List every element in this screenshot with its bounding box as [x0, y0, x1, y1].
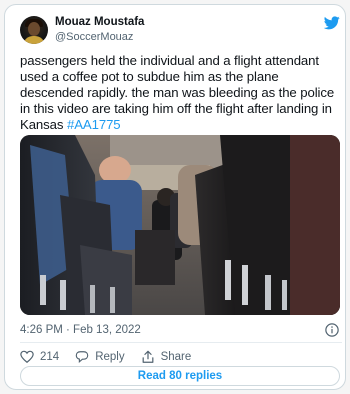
- heart-icon: [20, 350, 34, 364]
- video-thumbnail[interactable]: [20, 135, 340, 315]
- reply-label: Reply: [95, 351, 125, 363]
- tweet-timestamp[interactable]: 4:26 PM · Feb 13, 2022: [20, 324, 141, 336]
- twitter-bird-icon[interactable]: [324, 16, 340, 30]
- tweet-actions: 214 Reply Share: [20, 349, 207, 365]
- hashtag-link[interactable]: #AA1775: [67, 117, 121, 132]
- like-count: 214: [40, 351, 60, 363]
- video-scene: [20, 135, 340, 315]
- read-replies-button[interactable]: Read 80 replies: [20, 366, 340, 386]
- avatar-face: [28, 22, 40, 36]
- avatar[interactable]: [20, 16, 48, 44]
- reply-button[interactable]: Reply: [75, 350, 125, 364]
- avatar-shirt: [23, 36, 45, 44]
- speech-bubble-icon: [75, 351, 89, 364]
- share-arrow-icon: [142, 350, 154, 363]
- display-name[interactable]: Mouaz Moustafa: [55, 16, 144, 28]
- tweet-text: passengers held the individual and a fli…: [20, 53, 342, 133]
- tweet-card: Mouaz Moustafa @SoccerMouaz passengers h…: [4, 4, 346, 390]
- divider: [20, 342, 342, 343]
- info-icon[interactable]: [325, 323, 339, 337]
- share-label: Share: [160, 351, 192, 363]
- user-handle[interactable]: @SoccerMouaz: [55, 31, 133, 43]
- share-button[interactable]: Share: [141, 350, 192, 364]
- like-button[interactable]: 214: [20, 350, 59, 364]
